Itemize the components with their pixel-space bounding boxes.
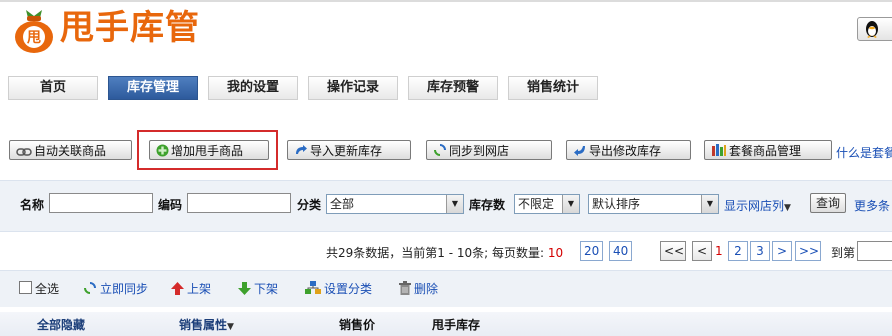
page-size-40[interactable]: 40 — [609, 241, 633, 261]
export-arrow-icon — [574, 146, 585, 156]
trash-icon — [399, 281, 411, 295]
what-is-bundle-link[interactable]: 什么是套餐 — [836, 144, 892, 161]
page-2-button[interactable]: 2 — [728, 241, 748, 261]
name-label: 名称 — [20, 198, 45, 212]
delete-label: 删除 — [414, 282, 439, 296]
category-icon — [305, 281, 321, 294]
arrow-down-icon — [238, 282, 251, 295]
first-page-button[interactable]: << — [660, 241, 686, 261]
arrow-up-icon — [171, 282, 184, 295]
dropdown-arrow-icon: ▼ — [562, 195, 579, 213]
money-bag-logo-icon: 甩 — [15, 10, 53, 53]
tab-inventory[interactable]: 库存管理 — [108, 76, 198, 100]
stock-count-label: 库存数 — [469, 198, 506, 212]
show-shop-columns-label: 显示网店列 — [724, 199, 785, 213]
sort-select[interactable]: 默认排序 ▼ — [588, 194, 719, 214]
next-page-button[interactable]: > — [772, 241, 792, 261]
delete-button[interactable]: 删除 — [399, 280, 438, 297]
import-update-stock-button[interactable]: 导入更新库存 — [287, 140, 411, 160]
goto-page-input[interactable] — [857, 241, 892, 261]
more-filters-link[interactable]: 更多条 — [854, 197, 890, 214]
goto-page-label: 到第 — [831, 246, 856, 260]
set-category-button[interactable]: 设置分类 — [305, 280, 372, 297]
app-title: 甩手库管 — [60, 8, 200, 48]
auto-link-label: 自动关联商品 — [34, 144, 107, 158]
category-label: 分类 — [297, 198, 322, 212]
prev-page-button[interactable]: < — [692, 241, 712, 261]
svg-text:甩: 甩 — [26, 30, 41, 46]
dropdown-arrow-icon: ▼ — [701, 195, 718, 213]
sync-to-shop-button[interactable]: 同步到网店 — [426, 140, 552, 160]
category-select[interactable]: 全部 ▼ — [326, 194, 464, 214]
penguin-icon — [866, 21, 878, 38]
page-3-button[interactable]: 3 — [750, 241, 770, 261]
stock-header: 甩手库存 — [432, 318, 481, 332]
code-input[interactable] — [187, 193, 291, 213]
sales-attribute-label: 销售属性 — [179, 318, 228, 332]
sales-attribute-header[interactable]: 销售属性▼ — [179, 316, 234, 333]
caret-down-icon: ▼ — [784, 203, 791, 213]
sync-now-label: 立即同步 — [100, 282, 149, 296]
sale-price-header: 销售价 — [339, 318, 376, 332]
bundle-products-button[interactable]: 套餐商品管理 — [704, 140, 832, 160]
stock-count-select[interactable]: 不限定 ▼ — [514, 194, 580, 214]
hide-all-toggle[interactable]: 全部隐藏 — [37, 316, 85, 333]
sync-shop-label: 同步到网店 — [449, 144, 510, 158]
tab-my-settings[interactable]: 我的设置 — [208, 76, 298, 100]
show-shop-columns-link[interactable]: 显示网店列▼ — [724, 197, 791, 214]
green-plus-icon — [156, 144, 169, 157]
qq-contact-button[interactable] — [857, 17, 892, 41]
tab-home[interactable]: 首页 — [8, 76, 98, 100]
select-all-checkbox[interactable]: 全选 — [19, 280, 59, 297]
tab-stock-alert[interactable]: 库存预警 — [408, 76, 498, 100]
add-product-button[interactable]: 增加甩手商品 — [149, 140, 269, 160]
bundle-manage-label: 套餐商品管理 — [729, 144, 802, 158]
name-input[interactable] — [49, 193, 153, 213]
current-page: 1 — [715, 244, 723, 258]
import-update-label: 导入更新库存 — [310, 144, 383, 158]
off-shelf-label: 下架 — [254, 282, 279, 296]
checkbox-icon — [19, 281, 32, 294]
tab-sales-stats[interactable]: 销售统计 — [508, 76, 598, 100]
sync-now-button[interactable]: 立即同步 — [83, 280, 148, 297]
category-value: 全部 — [330, 197, 355, 211]
on-shelf-button[interactable]: 上架 — [171, 280, 211, 297]
stock-count-value: 不限定 — [518, 197, 555, 211]
add-product-label: 增加甩手商品 — [171, 144, 244, 158]
code-label: 编码 — [158, 198, 183, 212]
on-shelf-label: 上架 — [187, 282, 212, 296]
last-page-button[interactable]: >> — [795, 241, 821, 261]
sort-value: 默认排序 — [592, 197, 641, 211]
query-button[interactable]: 查询 — [810, 193, 846, 213]
tab-operation-log[interactable]: 操作记录 — [308, 76, 398, 100]
sync-icon — [84, 282, 96, 294]
sync-icon — [434, 144, 446, 156]
select-all-label: 全选 — [35, 282, 60, 296]
set-category-label: 设置分类 — [324, 282, 373, 296]
pagination-summary-text: 共29条数据，当前第1 - 10条; 每页数量: — [326, 246, 545, 260]
export-modify-label: 导出修改库存 — [589, 144, 662, 158]
redo-arrow-icon — [296, 145, 307, 154]
dropdown-arrow-icon: ▼ — [446, 195, 463, 213]
chain-link-icon — [16, 148, 32, 156]
books-icon — [712, 144, 726, 156]
caret-down-icon: ▼ — [227, 322, 234, 332]
page-size-20[interactable]: 20 — [580, 241, 604, 261]
pagination-summary: 共29条数据，当前第1 - 10条; 每页数量: 10 — [326, 244, 563, 261]
page-size-current[interactable]: 10 — [548, 246, 563, 260]
top-border — [0, 0, 892, 2]
off-shelf-button[interactable]: 下架 — [238, 280, 278, 297]
auto-link-products-button[interactable]: 自动关联商品 — [9, 140, 132, 160]
export-modify-stock-button[interactable]: 导出修改库存 — [566, 140, 691, 160]
